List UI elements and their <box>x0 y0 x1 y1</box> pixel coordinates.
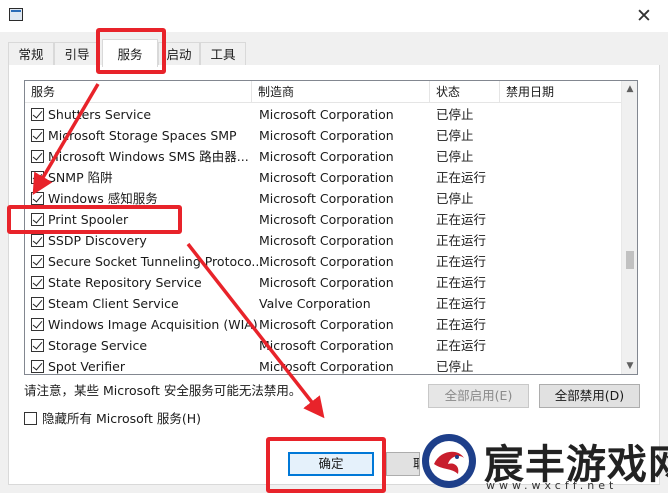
service-name: Storage Service <box>48 338 148 353</box>
security-note: 请注意，某些 Microsoft 安全服务可能无法禁用。 <box>24 383 302 398</box>
tab-strip: 常规 引导 服务 启动 工具 <box>8 39 660 67</box>
service-checkbox[interactable] <box>31 297 44 310</box>
scroll-up-icon[interactable]: ▲ <box>622 81 637 97</box>
service-name: State Repository Service <box>48 275 202 290</box>
service-manufacturer: Microsoft Corporation <box>259 128 394 143</box>
service-checkbox[interactable] <box>31 276 44 289</box>
service-status: 正在运行 <box>436 338 487 353</box>
table-row[interactable]: Spot Verifier Microsoft Corporation 已停止 <box>25 356 622 374</box>
scroll-thumb[interactable] <box>626 251 634 269</box>
service-manufacturer: Microsoft Corporation <box>259 212 394 227</box>
enable-all-button[interactable]: 全部启用(E) <box>428 384 529 408</box>
service-manufacturer: Valve Corporation <box>259 296 371 311</box>
service-checkbox[interactable] <box>31 108 44 121</box>
services-list[interactable]: 服务 制造商 状态 禁用日期 Shutters Service Microsoft… <box>24 80 638 375</box>
service-checkbox[interactable] <box>31 171 44 184</box>
service-name: Microsoft Storage Spaces SMP <box>48 128 237 143</box>
tab-boot[interactable]: 引导 <box>54 42 100 66</box>
service-manufacturer: Microsoft Corporation <box>259 107 394 122</box>
column-header-manufacturer[interactable]: 制造商 <box>252 81 430 103</box>
service-status: 已停止 <box>436 359 474 374</box>
table-row[interactable]: SNMP 陷阱 Microsoft Corporation 正在运行 <box>25 167 622 188</box>
service-status: 正在运行 <box>436 254 487 269</box>
hide-ms-services-checkbox[interactable] <box>24 412 37 425</box>
service-status: 正在运行 <box>436 212 487 227</box>
service-name: Windows Image Acquisition (WIA) <box>48 317 258 332</box>
title-bar: ✕ <box>0 0 668 32</box>
tab-tools[interactable]: 工具 <box>200 42 246 66</box>
service-status: 已停止 <box>436 128 474 143</box>
table-row[interactable]: Secure Socket Tunneling Protoco... Micros… <box>25 251 622 272</box>
service-checkbox[interactable] <box>31 213 44 226</box>
service-manufacturer: Microsoft Corporation <box>259 191 394 206</box>
service-manufacturer: Microsoft Corporation <box>259 317 394 332</box>
service-manufacturer: Microsoft Corporation <box>259 170 394 185</box>
service-checkbox[interactable] <box>31 339 44 352</box>
scroll-down-icon[interactable]: ▼ <box>622 358 637 374</box>
service-status: 正在运行 <box>436 275 487 290</box>
column-header-disabled-date[interactable]: 禁用日期 <box>500 81 622 103</box>
service-status: 正在运行 <box>436 170 487 185</box>
close-button[interactable]: ✕ <box>632 4 656 28</box>
service-manufacturer: Microsoft Corporation <box>259 359 394 374</box>
ok-button[interactable]: 确定 <box>288 452 374 476</box>
dragon-logo-icon <box>422 434 476 488</box>
service-name: Spot Verifier <box>48 359 125 374</box>
service-status: 已停止 <box>436 191 474 206</box>
app-window-icon <box>9 8 23 21</box>
column-header-status[interactable]: 状态 <box>430 81 500 103</box>
service-name: SSDP Discovery <box>48 233 147 248</box>
table-row[interactable]: Shutters Service Microsoft Corporation 已停止 <box>25 104 622 125</box>
service-status: 正在运行 <box>436 317 487 332</box>
table-row[interactable]: Windows 感知服务 Microsoft Corporation 已停止 <box>25 188 622 209</box>
tab-general[interactable]: 常规 <box>8 42 54 66</box>
service-status: 已停止 <box>436 107 474 122</box>
service-name: Shutters Service <box>48 107 152 122</box>
service-checkbox[interactable] <box>31 150 44 163</box>
service-status: 已停止 <box>436 149 474 164</box>
service-manufacturer: Microsoft Corporation <box>259 254 394 269</box>
service-checkbox[interactable] <box>31 318 44 331</box>
service-manufacturer: Microsoft Corporation <box>259 149 394 164</box>
cancel-button[interactable]: 取 <box>386 452 420 476</box>
column-header-service[interactable]: 服务 <box>25 81 252 103</box>
service-status: 正在运行 <box>436 233 487 248</box>
tab-startup[interactable]: 启动 <box>158 42 200 66</box>
site-watermark-logo: 宸丰游戏网 www.wxcff.net <box>420 432 668 493</box>
service-checkbox[interactable] <box>31 360 44 373</box>
tab-services[interactable]: 服务 <box>102 39 158 67</box>
service-checkbox[interactable] <box>31 255 44 268</box>
vertical-scrollbar[interactable]: ▲ ▼ <box>621 81 637 374</box>
service-name: SNMP 陷阱 <box>48 170 113 185</box>
service-checkbox[interactable] <box>31 234 44 247</box>
service-manufacturer: Microsoft Corporation <box>259 338 394 353</box>
disable-all-button[interactable]: 全部禁用(D) <box>539 384 640 408</box>
table-row[interactable]: SSDP Discovery Microsoft Corporation 正在运行 <box>25 230 622 251</box>
table-row[interactable]: Microsoft Windows SMS 路由器... Microsoft Co… <box>25 146 622 167</box>
service-name: Steam Client Service <box>48 296 179 311</box>
table-row[interactable]: Steam Client Service Valve Corporation 正在运… <box>25 293 622 314</box>
hide-ms-services-label: 隐藏所有 Microsoft 服务(H) <box>42 411 201 426</box>
table-row[interactable]: Microsoft Storage Spaces SMP Microsoft Co… <box>25 125 622 146</box>
list-header: 服务 制造商 状态 禁用日期 <box>25 81 622 103</box>
service-manufacturer: Microsoft Corporation <box>259 233 394 248</box>
service-manufacturer: Microsoft Corporation <box>259 275 394 290</box>
service-name: Secure Socket Tunneling Protoco... <box>48 254 264 269</box>
table-row[interactable]: Windows Image Acquisition (WIA) Microsoft… <box>25 314 622 335</box>
list-rows: Shutters Service Microsoft Corporation 已停止… <box>25 104 622 374</box>
service-name: Windows 感知服务 <box>48 191 158 206</box>
table-row[interactable]: Print Spooler Microsoft Corporation 正在运行 <box>25 209 622 230</box>
table-row[interactable]: State Repository Service Microsoft Corpor… <box>25 272 622 293</box>
service-checkbox[interactable] <box>31 129 44 142</box>
service-name: Microsoft Windows SMS 路由器... <box>48 149 249 164</box>
table-row[interactable]: Storage Service Microsoft Corporation 正在运行 <box>25 335 622 356</box>
service-name: Print Spooler <box>48 212 129 227</box>
service-checkbox[interactable] <box>31 192 44 205</box>
logo-url: www.wxcff.net <box>486 479 618 492</box>
service-status: 正在运行 <box>436 296 487 311</box>
